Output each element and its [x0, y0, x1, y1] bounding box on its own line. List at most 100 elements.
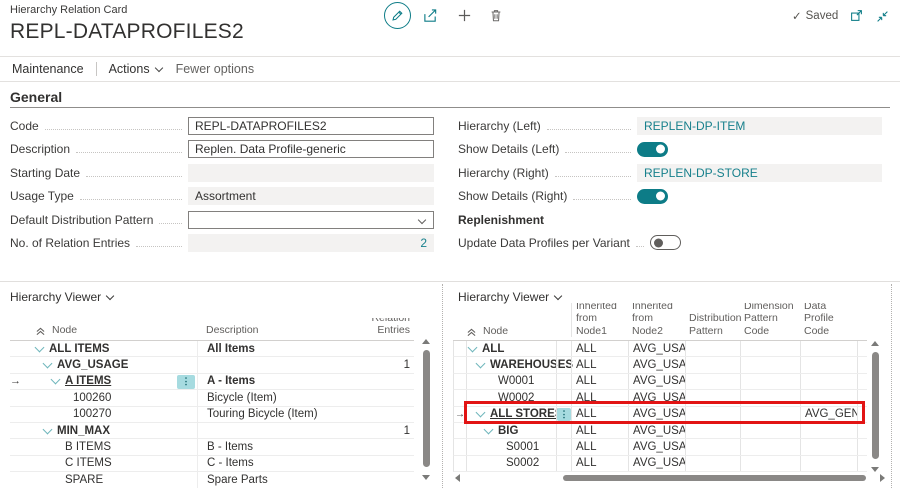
inherited-node1-cell: ALL	[572, 374, 629, 389]
toggle-switch[interactable]	[650, 235, 681, 250]
hierarchy-tree-row[interactable]: S0002 ALL AVG_USAGE	[453, 456, 867, 472]
scroll-right-arrow[interactable]	[880, 474, 885, 482]
chevron-down-icon[interactable]	[418, 215, 426, 223]
node-cell[interactable]: 100260	[24, 390, 197, 405]
node-cell[interactable]: S0001	[467, 439, 556, 454]
field-value[interactable]: Replen. Data Profile-generic	[188, 140, 434, 158]
node-cell[interactable]: ALL	[467, 341, 556, 356]
field-value: Assortment	[188, 187, 434, 205]
hierarchy-tree-row[interactable]: → ALL STORES ⋮ ALL AVG_USAGE AVG_GEN	[453, 407, 867, 423]
hierarchy-tree-row[interactable]: B ITEMS B - Items	[10, 439, 414, 455]
inherited-node2-cell: AVG_USAGE	[629, 439, 686, 454]
new-button[interactable]	[457, 8, 472, 23]
node-label: S0001	[506, 441, 539, 453]
node-cell[interactable]: ALL ITEMS	[24, 341, 197, 356]
drilldown-value[interactable]: 2	[188, 234, 434, 252]
left-viewer-title[interactable]: Hierarchy Viewer	[10, 290, 113, 304]
vertical-scrollbar[interactable]	[421, 339, 431, 480]
chevron-down-icon[interactable]	[484, 424, 494, 434]
dotted-leader	[573, 198, 631, 200]
column-header-description[interactable]: Description	[197, 324, 357, 336]
inherited-node1-cell: ALL	[572, 407, 629, 422]
hierarchy-tree-row[interactable]: W0002 ALL AVG_USAGE	[453, 390, 867, 406]
pencil-icon	[391, 9, 404, 22]
column-header-inherited-node2[interactable]: Inherited from Node2	[628, 303, 685, 337]
hierarchy-link[interactable]: REPLEN-DP-STORE	[644, 166, 758, 180]
node-cell[interactable]: B ITEMS	[24, 439, 197, 454]
node-cell[interactable]: SPARE	[24, 472, 197, 487]
scroll-down-arrow[interactable]	[422, 475, 430, 480]
chevron-down-icon[interactable]	[468, 342, 478, 352]
chevron-down-icon[interactable]	[43, 424, 53, 434]
scroll-left-arrow[interactable]	[455, 474, 460, 482]
node-cell[interactable]: AVG_USAGE	[24, 357, 197, 372]
column-header-replen-data-profile-code[interactable]: Replen. Data Profile Code	[800, 303, 857, 337]
hierarchy-tree-row[interactable]: W0001 ALL AVG_USAGE	[453, 374, 867, 390]
column-header-distribution-pattern[interactable]: Distribution Pattern	[685, 312, 740, 337]
hierarchy-tree-row[interactable]: AVG_USAGE 1	[10, 357, 414, 373]
row-menu-button[interactable]: ⋮	[557, 408, 571, 421]
right-viewer-title[interactable]: Hierarchy Viewer	[458, 290, 561, 304]
column-header-inherited-node1[interactable]: Inherited from Node1	[571, 303, 628, 337]
hierarchy-tree-row[interactable]: → A ITEMS ⋮ A - Items	[10, 374, 414, 390]
column-header-relation-entries[interactable]: Relation Entries	[357, 318, 414, 336]
scrollbar-thumb[interactable]	[423, 350, 430, 467]
replen-data-profile-code-cell	[801, 374, 858, 389]
dimension-pattern-code-cell	[741, 456, 801, 471]
chevron-down-icon[interactable]	[51, 375, 61, 385]
node-cell[interactable]: BIG	[467, 423, 556, 438]
menu-item-fewer-options[interactable]: Fewer options	[176, 62, 255, 76]
column-header-node[interactable]: Node	[483, 325, 508, 337]
node-cell[interactable]: C ITEMS	[24, 456, 197, 471]
collapse-all-icon[interactable]	[36, 327, 45, 336]
chevron-down-icon[interactable]	[43, 359, 53, 369]
delete-button[interactable]	[489, 8, 503, 23]
row-menu-button[interactable]: ⋮	[177, 375, 195, 389]
column-header-node[interactable]: Node	[52, 324, 77, 336]
chevron-down-icon[interactable]	[476, 408, 486, 418]
node-cell[interactable]: W0001	[467, 374, 556, 389]
toggle-switch[interactable]	[637, 142, 668, 157]
hierarchy-tree-row[interactable]: S0001 ALL AVG_USAGE	[453, 439, 867, 455]
hierarchy-tree-row[interactable]: ALL ALL AVG_USAGE	[453, 341, 867, 357]
chevron-down-icon[interactable]	[35, 342, 45, 352]
node-cell[interactable]: A ITEMS ⋮	[24, 374, 197, 389]
scroll-up-arrow[interactable]	[422, 339, 430, 344]
hierarchy-tree-row[interactable]: 100270 Touring Bicycle (Item)	[10, 407, 414, 423]
node-cell[interactable]: W0002	[467, 390, 556, 405]
node-cell[interactable]: 100270	[24, 407, 197, 422]
hierarchy-tree-row[interactable]: 100260 Bicycle (Item)	[10, 390, 414, 406]
field-value[interactable]: REPL-DATAPROFILES2	[188, 117, 434, 135]
share-button[interactable]	[423, 8, 438, 23]
menu-item-actions[interactable]: Actions	[109, 62, 162, 76]
hierarchy-link[interactable]: REPLEN-DP-ITEM	[644, 119, 745, 133]
horizontal-scrollbar[interactable]	[455, 474, 885, 482]
collapse-page-button[interactable]	[876, 10, 889, 23]
dotted-leader	[76, 151, 182, 153]
scroll-down-arrow[interactable]	[871, 467, 879, 472]
edit-button[interactable]	[384, 2, 411, 29]
node-cell[interactable]: ALL STORES	[467, 407, 556, 422]
node-cell[interactable]: S0002	[467, 456, 556, 471]
dotted-leader	[555, 175, 631, 177]
hierarchy-tree-row[interactable]: BIG ALL AVG_USAGE	[453, 423, 867, 439]
menu-item-maintenance[interactable]: Maintenance	[12, 62, 84, 76]
node-cell[interactable]: MIN_MAX	[24, 423, 197, 438]
vertical-scrollbar[interactable]	[870, 341, 880, 472]
toggle-switch[interactable]	[637, 189, 668, 204]
node-cell[interactable]: WAREHOUSES	[467, 357, 556, 372]
hierarchy-tree-row[interactable]: MIN_MAX 1	[10, 423, 414, 439]
collapse-all-icon[interactable]	[467, 328, 476, 337]
hierarchy-tree-row[interactable]: ALL ITEMS All Items	[10, 341, 414, 357]
replen-data-profile-code-cell	[801, 439, 858, 454]
chevron-down-icon[interactable]	[476, 359, 486, 369]
scrollbar-thumb[interactable]	[563, 475, 866, 481]
hierarchy-tree-row[interactable]: C ITEMS C - Items	[10, 456, 414, 472]
scroll-up-arrow[interactable]	[871, 341, 879, 346]
hierarchy-tree-row[interactable]: WAREHOUSES ALL AVG_USAGE	[453, 357, 867, 373]
column-header-dimension-pattern-code[interactable]: Dimension Pattern Code	[740, 303, 800, 337]
hierarchy-tree-row[interactable]: SPARE Spare Parts	[10, 472, 414, 488]
field-value[interactable]	[188, 211, 434, 229]
open-in-window-button[interactable]	[850, 9, 863, 22]
scrollbar-thumb[interactable]	[872, 352, 879, 459]
